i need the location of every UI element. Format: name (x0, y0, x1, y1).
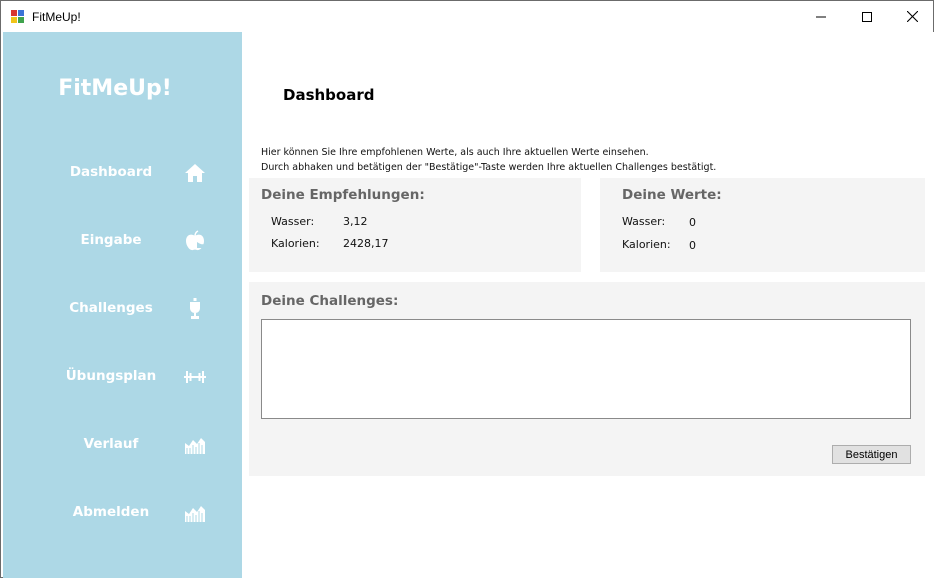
calories-label: Kalorien: (622, 238, 671, 251)
app-window: FitMeUp! FitMeUp! Dashboard Eingabe Chal… (0, 0, 934, 578)
water-value: 0 (689, 216, 696, 229)
home-icon (185, 164, 205, 182)
values-panel: Deine Werte: Wasser: 0 Kalorien: 0 (600, 178, 925, 272)
description-line-2: Durch abhaken und betätigen der "Bestäti… (261, 162, 717, 173)
calories-value: 2428,17 (343, 237, 389, 250)
sidebar-item-eingabe[interactable]: Eingabe (3, 221, 242, 261)
apple-icon (186, 230, 204, 251)
sidebar-item-label: Eingabe (80, 232, 142, 248)
minimize-icon (816, 16, 826, 17)
water-label: Wasser: (271, 215, 315, 228)
dumbbell-icon (184, 371, 206, 383)
maximize-icon (862, 11, 872, 22)
area-chart-icon (185, 438, 205, 454)
minimize-button[interactable] (798, 1, 844, 32)
sidebar-item-label: Challenges (69, 300, 153, 316)
sidebar-item-uebungsplan[interactable]: Übungsplan (3, 357, 242, 397)
main-content: Dashboard Hier können Sie Ihre empfohlen… (242, 32, 934, 578)
sidebar: FitMeUp! Dashboard Eingabe Challenges Üb… (3, 32, 242, 578)
challenges-title: Deine Challenges: (261, 293, 399, 309)
water-value: 3,12 (343, 215, 368, 228)
maximize-button[interactable] (844, 1, 890, 32)
trophy-icon (190, 298, 200, 319)
sidebar-item-challenges[interactable]: Challenges (3, 289, 242, 329)
close-icon (906, 11, 918, 22)
sidebar-item-dashboard[interactable]: Dashboard (3, 153, 242, 193)
challenges-list[interactable] (261, 319, 911, 419)
confirm-button[interactable]: Bestätigen (832, 445, 911, 464)
close-button[interactable] (889, 1, 934, 32)
page-title: Dashboard (283, 86, 375, 104)
values-title: Deine Werte: (622, 187, 722, 203)
recommendations-panel: Deine Empfehlungen: Wasser: 3,12 Kalorie… (249, 178, 581, 272)
calories-label: Kalorien: (271, 237, 320, 250)
area-chart-icon (185, 506, 205, 522)
challenges-panel: Deine Challenges: Bestätigen (249, 282, 925, 476)
sidebar-item-label: Abmelden (72, 504, 150, 520)
window-title: FitMeUp! (32, 10, 81, 24)
calories-value: 0 (689, 239, 696, 252)
description-line-1: Hier können Sie Ihre empfohlenen Werte, … (261, 147, 649, 158)
water-label: Wasser: (622, 215, 666, 228)
brand-title: FitMeUp! (58, 76, 172, 101)
sidebar-item-label: Dashboard (69, 164, 153, 180)
recommendations-title: Deine Empfehlungen: (261, 187, 425, 203)
sidebar-item-label: Verlauf (83, 436, 139, 452)
sidebar-item-label: Übungsplan (65, 368, 157, 384)
sidebar-item-verlauf[interactable]: Verlauf (3, 425, 242, 465)
app-icon (11, 10, 25, 23)
sidebar-item-abmelden[interactable]: Abmelden (3, 493, 242, 533)
title-bar[interactable]: FitMeUp! (1, 1, 933, 32)
